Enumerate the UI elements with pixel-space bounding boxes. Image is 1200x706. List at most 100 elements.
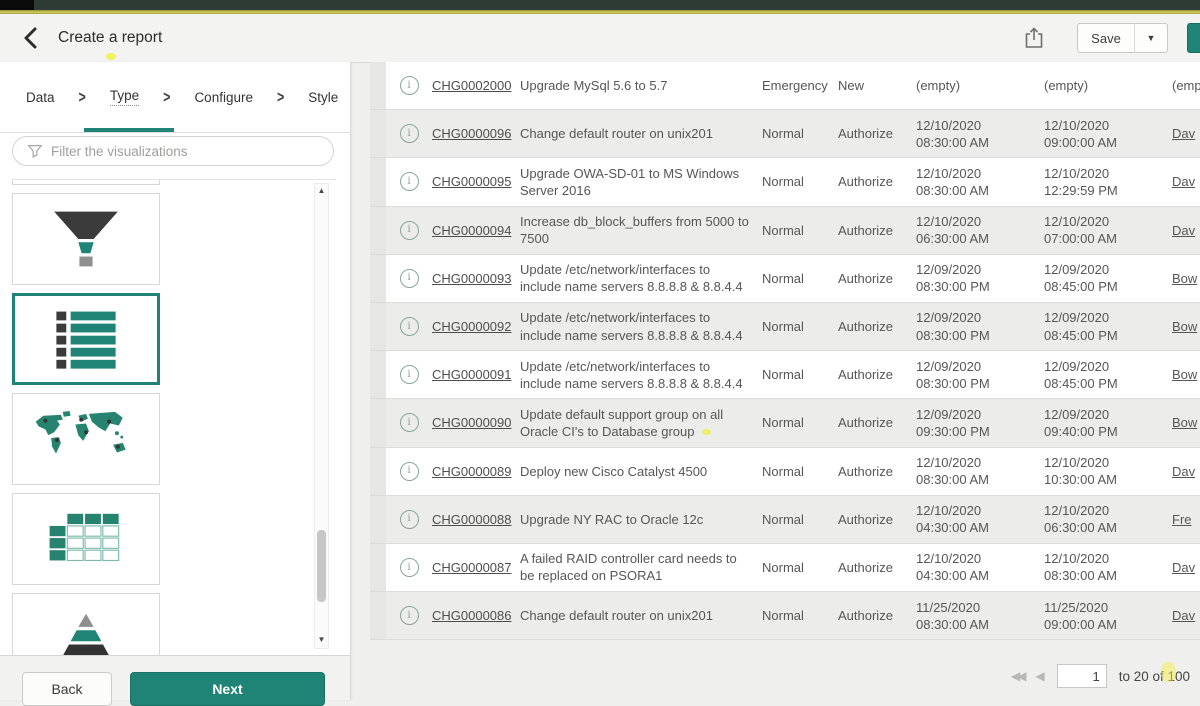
short-description-cell: Update /etc/network/interfaces to includ…: [520, 261, 762, 295]
type-cell: Normal: [762, 125, 838, 142]
assignee-link[interactable]: Fre: [1172, 511, 1200, 528]
topbar-black-segment: [0, 0, 34, 10]
assignee-link[interactable]: Dav: [1172, 222, 1200, 239]
change-number-link[interactable]: CHG0000091: [432, 366, 520, 383]
visualization-card-list[interactable]: [12, 293, 160, 385]
change-number-link[interactable]: CHG0000094: [432, 222, 520, 239]
end-date-cell: 12/10/2020 07:00:00 AM: [1044, 213, 1172, 247]
visualization-card-heatmap[interactable]: [12, 493, 160, 585]
assignee-link[interactable]: Bow: [1172, 318, 1200, 335]
info-icon-cell: i: [386, 269, 432, 288]
prev-page-icon[interactable]: ◀: [1035, 669, 1044, 683]
back-chevron-icon: [20, 25, 42, 51]
start-date-cell: 12/09/2020 09:30:00 PM: [916, 406, 1044, 440]
info-icon[interactable]: i: [400, 510, 419, 529]
funnel-chart-icon: [31, 205, 141, 273]
page-number-input[interactable]: [1057, 664, 1107, 688]
short-description-cell: Update default support group on all Orac…: [520, 406, 762, 440]
change-number-link[interactable]: CHG0000089: [432, 463, 520, 480]
row-left-gutter: [370, 62, 386, 109]
info-icon[interactable]: i: [400, 558, 419, 577]
end-date-cell: 12/10/2020 12:29:59 PM: [1044, 165, 1172, 199]
info-icon-cell: i: [386, 365, 432, 384]
assignee-link[interactable]: Dav: [1172, 559, 1200, 576]
start-date-cell: 12/10/2020 06:30:00 AM: [916, 213, 1044, 247]
next-step-button[interactable]: Next: [130, 672, 325, 706]
short-description-cell: Increase db_block_buffers from 5000 to 7…: [520, 213, 762, 247]
assignee-link[interactable]: Dav: [1172, 607, 1200, 624]
change-number-link[interactable]: CHG0000086: [432, 607, 520, 624]
row-left-gutter: [370, 399, 386, 446]
back-step-button[interactable]: Back: [22, 672, 112, 706]
short-description-cell: Update /etc/network/interfaces to includ…: [520, 309, 762, 343]
scrollbar-thumb[interactable]: [317, 530, 326, 602]
table-row: i CHG0000092 Update /etc/network/interfa…: [370, 303, 1200, 351]
info-icon[interactable]: i: [400, 172, 419, 191]
change-number-link[interactable]: CHG0002000: [432, 77, 520, 94]
info-icon[interactable]: i: [400, 606, 419, 625]
change-number-link[interactable]: CHG0000090: [432, 414, 520, 431]
breadcrumb-step-data[interactable]: Data: [26, 90, 55, 105]
share-button[interactable]: [1020, 25, 1048, 53]
info-icon[interactable]: i: [400, 221, 419, 240]
breadcrumb-step-type[interactable]: Type: [110, 88, 139, 106]
info-icon[interactable]: i: [400, 76, 419, 95]
change-number-link[interactable]: CHG0000095: [432, 173, 520, 190]
assignee-link[interactable]: Dav: [1172, 125, 1200, 142]
run-button[interactable]: [1187, 23, 1200, 53]
back-button[interactable]: [16, 24, 46, 54]
visualization-card-map[interactable]: [12, 393, 160, 485]
end-date-cell: 12/10/2020 09:00:00 AM: [1044, 117, 1172, 151]
type-cell: Normal: [762, 559, 838, 576]
save-button[interactable]: Save: [1077, 23, 1135, 53]
pyramid-chart-icon: [31, 605, 141, 655]
info-icon[interactable]: i: [400, 462, 419, 481]
change-number-link[interactable]: CHG0000092: [432, 318, 520, 335]
assignee-link[interactable]: (empty): [1172, 77, 1200, 94]
short-description-cell: Update /etc/network/interfaces to includ…: [520, 358, 762, 392]
visualization-scrollbar[interactable]: ▲ ▼: [314, 183, 329, 649]
start-date-cell: 11/25/2020 08:30:00 AM: [916, 599, 1044, 633]
assignee-link[interactable]: Bow: [1172, 414, 1200, 431]
type-cell: Normal: [762, 318, 838, 335]
scroll-up-icon[interactable]: ▲: [315, 186, 328, 196]
breadcrumb-step-configure[interactable]: Configure: [194, 90, 253, 105]
row-left-gutter: [370, 303, 386, 350]
breadcrumb-step-style[interactable]: Style: [308, 90, 338, 105]
end-date-cell: 12/09/2020 08:45:00 PM: [1044, 309, 1172, 343]
assignee-link[interactable]: Bow: [1172, 366, 1200, 383]
change-number-link[interactable]: CHG0000096: [432, 125, 520, 142]
visualization-card-partial[interactable]: [12, 180, 160, 185]
change-number-link[interactable]: CHG0000088: [432, 511, 520, 528]
short-description-cell: Upgrade MySql 5.6 to 5.7: [520, 77, 762, 94]
start-date-cell: 12/09/2020 08:30:00 PM: [916, 261, 1044, 295]
assignee-link[interactable]: Bow: [1172, 270, 1200, 287]
cursor-highlight-on-total: [1161, 662, 1176, 682]
info-icon[interactable]: i: [400, 413, 419, 432]
cursor-highlight-dot: [106, 53, 116, 60]
type-cell: Normal: [762, 270, 838, 287]
scroll-down-icon[interactable]: ▼: [315, 635, 328, 645]
change-table-body: i CHG0002000 Upgrade MySql 5.6 to 5.7 Em…: [370, 62, 1200, 640]
info-icon-cell: i: [386, 510, 432, 529]
assignee-link[interactable]: Dav: [1172, 173, 1200, 190]
assignee-link[interactable]: Dav: [1172, 463, 1200, 480]
info-icon-cell: i: [386, 558, 432, 577]
filter-visualizations-input[interactable]: [12, 136, 334, 166]
info-icon[interactable]: i: [400, 124, 419, 143]
change-number-link[interactable]: CHG0000093: [432, 270, 520, 287]
chevron-right-icon: >: [79, 88, 86, 107]
chevron-right-icon: >: [277, 88, 284, 107]
info-icon[interactable]: i: [400, 365, 419, 384]
info-icon[interactable]: i: [400, 317, 419, 336]
visualization-card-funnel[interactable]: [12, 193, 160, 285]
info-icon[interactable]: i: [400, 269, 419, 288]
change-number-link[interactable]: CHG0000087: [432, 559, 520, 576]
screen: Create a report Save ▼ Data > Type > Con…: [0, 0, 1200, 700]
start-date-cell: 12/10/2020 08:30:00 AM: [916, 165, 1044, 199]
state-cell: Authorize: [838, 559, 916, 576]
save-dropdown-button[interactable]: ▼: [1135, 23, 1168, 53]
short-description-cell: Change default router on unix201: [520, 607, 762, 624]
first-page-icon[interactable]: ◀◀: [1011, 669, 1023, 683]
visualization-card-pyramid[interactable]: [12, 593, 160, 655]
